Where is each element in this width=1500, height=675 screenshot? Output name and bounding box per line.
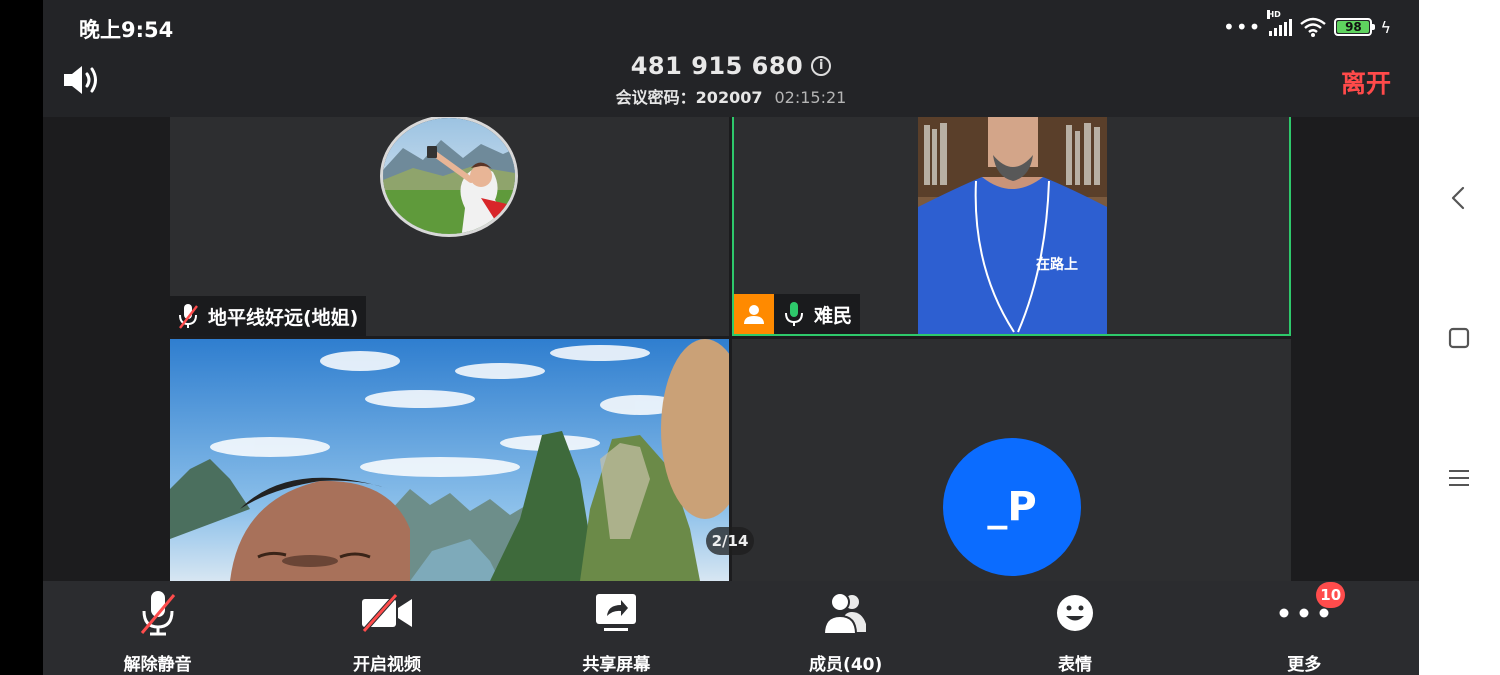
participant-avatar-initials: _P bbox=[943, 438, 1081, 576]
meeting-screen: 晚上9:54 ••• HD 98 ϟ 481 915 680 i 会议密码：20… bbox=[43, 0, 1419, 675]
mic-muted-icon bbox=[140, 591, 175, 636]
participant-name: 地平线好远(地姐) bbox=[208, 306, 359, 329]
share-screen-icon bbox=[596, 594, 637, 631]
charging-icon: ϟ bbox=[1380, 17, 1391, 37]
participant-name: 难民 bbox=[814, 304, 853, 327]
host-icon bbox=[744, 305, 764, 324]
video-frame: 在路上 bbox=[918, 117, 1107, 334]
video-tile[interactable]: 地平线好远(地姐) bbox=[170, 117, 729, 336]
start-video-label: 开启视频 bbox=[352, 655, 421, 675]
participant-avatar bbox=[380, 117, 518, 237]
members-icon bbox=[822, 592, 866, 635]
wifi-icon bbox=[1300, 17, 1327, 37]
participant-video: 在路上 bbox=[918, 117, 1107, 334]
share-screen-button[interactable]: 共享屏幕 bbox=[502, 581, 731, 675]
meeting-id: 481 915 680 bbox=[630, 52, 804, 80]
participant-video bbox=[170, 339, 729, 581]
host-badge bbox=[734, 294, 774, 334]
meeting-timer: 02:15:21 bbox=[774, 88, 847, 107]
more-label: 更多 bbox=[1287, 655, 1322, 675]
meeting-info: 481 915 680 i 会议密码：202007 02:15:21 bbox=[43, 52, 1419, 108]
more-button[interactable]: 10 更多 bbox=[1190, 581, 1419, 675]
more-dots-icon bbox=[1279, 608, 1329, 618]
avatar-photo bbox=[383, 118, 515, 234]
video-tile[interactable]: _P bbox=[732, 339, 1291, 581]
android-navigation-bar bbox=[1419, 0, 1500, 675]
meeting-id-row[interactable]: 481 915 680 i bbox=[631, 52, 832, 80]
back-icon[interactable] bbox=[1445, 184, 1473, 212]
notification-badge: 10 bbox=[1316, 582, 1346, 608]
meeting-toolbar: 解除静音 开启视频 共享屏幕 成员(40) 表情 10 更多 bbox=[43, 581, 1419, 675]
start-video-button[interactable]: 开启视频 bbox=[272, 581, 501, 675]
battery-icon: 98 bbox=[1334, 18, 1376, 36]
password-value: 202007 bbox=[695, 88, 763, 107]
hd-voice-label: HD bbox=[1267, 10, 1281, 19]
reactions-label: 表情 bbox=[1057, 655, 1092, 675]
cellular-signal-icon: HD bbox=[1267, 10, 1293, 36]
mic-muted-icon bbox=[179, 304, 198, 329]
smiley-icon bbox=[1056, 595, 1093, 631]
gallery-page-indicator: 2/14 bbox=[706, 527, 754, 555]
video-tile[interactable] bbox=[170, 339, 729, 581]
reactions-button[interactable]: 表情 bbox=[960, 581, 1189, 675]
status-icons: ••• HD 98 ϟ bbox=[1223, 10, 1391, 40]
unmute-button[interactable]: 解除静音 bbox=[43, 581, 272, 675]
meeting-details: 会议密码：202007 02:15:21 bbox=[43, 84, 1419, 108]
unmute-label: 解除静音 bbox=[123, 655, 192, 675]
share-screen-label: 共享屏幕 bbox=[582, 655, 651, 675]
info-icon[interactable]: i bbox=[811, 56, 832, 76]
recent-apps-icon[interactable] bbox=[1445, 464, 1473, 492]
status-time: 晚上9:54 bbox=[79, 18, 174, 42]
members-button[interactable]: 成员(40) bbox=[731, 581, 960, 675]
more-notifications-icon: ••• bbox=[1223, 15, 1262, 39]
battery-level-text: 98 bbox=[1345, 20, 1362, 34]
meeting-header: 晚上9:54 ••• HD 98 ϟ 481 915 680 i 会议密码：20… bbox=[43, 0, 1419, 117]
video-tile-active-speaker[interactable]: 在路上 难民 bbox=[732, 117, 1291, 336]
participant-name-tag: 地平线好远(地姐) bbox=[170, 296, 367, 336]
participant-name-tag: 难民 bbox=[734, 294, 861, 334]
home-icon[interactable] bbox=[1445, 324, 1473, 352]
members-label: 成员(40) bbox=[809, 655, 883, 675]
speaker-icon[interactable] bbox=[61, 62, 103, 98]
leave-button[interactable]: 离开 bbox=[1341, 64, 1391, 100]
svg-text:在路上: 在路上 bbox=[1036, 256, 1078, 273]
password-label: 会议密码： bbox=[615, 88, 696, 107]
video-off-icon bbox=[361, 593, 412, 633]
mic-active-icon bbox=[785, 302, 803, 326]
